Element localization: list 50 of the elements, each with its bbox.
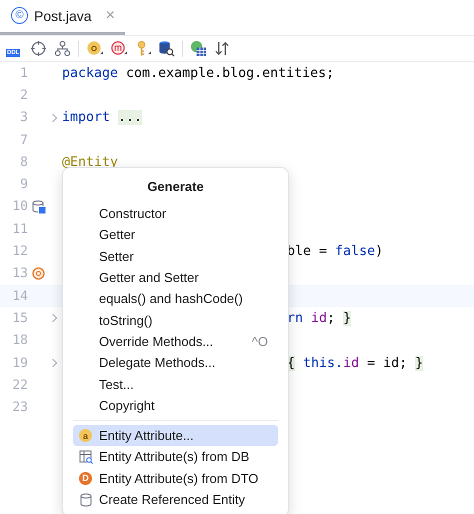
- line-number: 22: [11, 378, 28, 393]
- menu-item[interactable]: Test...: [73, 373, 278, 395]
- table-icon[interactable]: [190, 40, 207, 57]
- table-search-icon: [79, 450, 93, 464]
- menu-item[interactable]: D Entity Attribute(s) from DTO: [73, 468, 278, 489]
- hierarchy-icon[interactable]: [54, 40, 71, 57]
- crosshair-icon[interactable]: [30, 40, 47, 57]
- menu-item[interactable]: Delegate Methods...: [73, 352, 278, 374]
- menu-item[interactable]: equals() and hashCode(): [73, 288, 278, 310]
- menu-item[interactable]: Create Referenced Entity: [73, 488, 278, 510]
- bean-icon[interactable]: [32, 266, 46, 281]
- line-number: 8: [19, 154, 28, 170]
- code-line: rn id; }: [287, 310, 352, 326]
- menu-item[interactable]: a Entity Attribute...: [73, 424, 278, 446]
- line-number: 1: [19, 66, 28, 81]
- class-icon: ©: [11, 7, 28, 24]
- menu-item[interactable]: toString(): [73, 309, 278, 331]
- line-number: 9: [19, 177, 28, 192]
- database-icon: [79, 492, 93, 506]
- file-tab[interactable]: © Post.java ×: [0, 0, 125, 35]
- code-line: package com.example.blog.entities;: [62, 66, 334, 81]
- menu-item[interactable]: Setter: [73, 246, 278, 267]
- attribute-icon: a: [79, 429, 92, 442]
- popup-title: Generate: [146, 178, 205, 196]
- code-line: @Entity: [62, 154, 118, 170]
- line-number: 3: [19, 110, 28, 126]
- method-icon[interactable]: [110, 40, 127, 57]
- line-number: 23: [11, 400, 28, 416]
- menu-item[interactable]: Override Methods... ^O: [73, 330, 278, 352]
- menu-item[interactable]: Getter and Setter: [73, 266, 278, 288]
- menu-item[interactable]: Copyright: [73, 394, 278, 416]
- line-number: 10: [11, 199, 28, 214]
- line-number: 15: [11, 310, 28, 326]
- code-line: import ...: [62, 110, 142, 126]
- line-number: 19: [11, 356, 28, 370]
- database-search-icon[interactable]: [158, 40, 175, 57]
- menu-item[interactable]: Entity Attribute(s) from DB: [73, 446, 278, 468]
- dto-icon: D: [79, 472, 92, 485]
- line-number: 7: [19, 132, 28, 148]
- line-number: 11: [11, 222, 28, 237]
- line-number: 14: [11, 288, 28, 304]
- line-number: 12: [11, 244, 28, 260]
- line-number: 18: [11, 333, 28, 348]
- database-icon[interactable]: [32, 200, 46, 214]
- menu-item[interactable]: Constructor: [73, 203, 278, 224]
- sort-icon[interactable]: [214, 40, 231, 57]
- line-number: 13: [11, 266, 28, 282]
- line-number: 2: [19, 88, 28, 103]
- attribute-icon[interactable]: [86, 40, 103, 57]
- menu-item[interactable]: Getter: [73, 224, 278, 246]
